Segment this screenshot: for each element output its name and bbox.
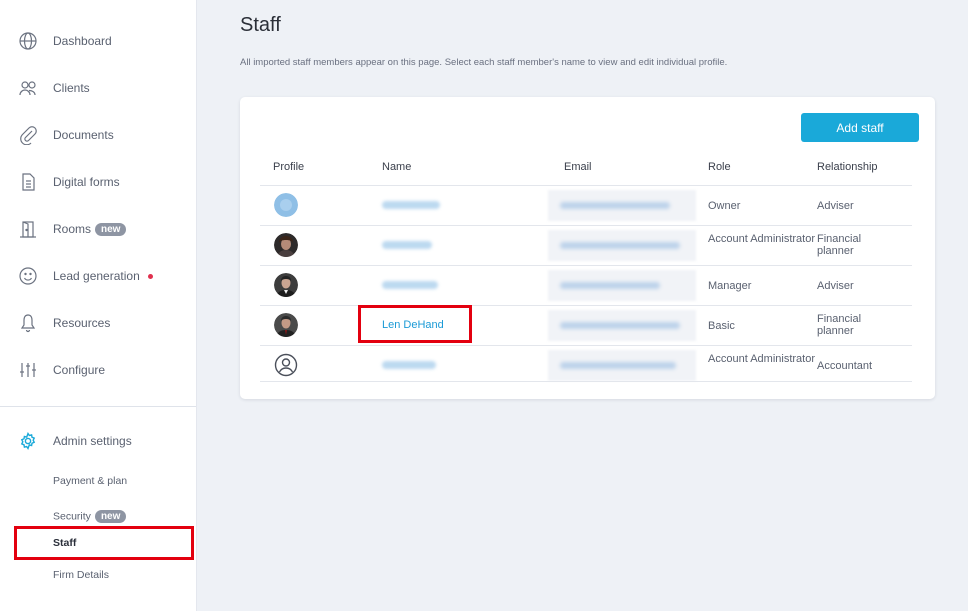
staff-role: Account Administrator: [708, 353, 815, 365]
staff-email-redacted: [548, 190, 696, 221]
staff-role: Manager: [708, 280, 752, 292]
staff-name-redacted[interactable]: [382, 361, 436, 369]
sidebar-item-rooms[interactable]: Rooms new: [0, 207, 196, 251]
new-badge: new: [95, 223, 127, 237]
globe-icon: [18, 31, 38, 51]
sidebar-item-dashboard[interactable]: Dashboard: [0, 19, 196, 63]
staff-email-redacted: [548, 310, 696, 341]
column-header-name: Name: [382, 161, 412, 173]
table-row[interactable]: Account Administrator Accountant: [260, 346, 912, 385]
sidebar-item-digital-forms[interactable]: Digital forms: [0, 160, 196, 204]
table-row[interactable]: Account Administrator Financial planner: [260, 226, 912, 265]
bell-icon: [18, 313, 38, 333]
sidebar: Dashboard Clients Documents Digital form…: [0, 0, 197, 611]
staff-name-redacted[interactable]: [382, 201, 440, 209]
sidebar-item-label: Dashboard: [53, 34, 112, 48]
staff-email-redacted: [548, 230, 696, 261]
staff-relationship: Financial planner: [817, 313, 862, 337]
sidebar-item-configure[interactable]: Configure: [0, 348, 196, 392]
column-header-relationship: Relationship: [817, 161, 878, 173]
sidebar-item-label: Resources: [53, 316, 111, 330]
sidebar-divider: [0, 406, 196, 407]
users-icon: [18, 78, 38, 98]
staff-role: Owner: [708, 200, 741, 212]
page-title: Staff: [240, 14, 281, 36]
staff-name-link[interactable]: Len DeHand: [382, 319, 444, 331]
staff-email-redacted: [548, 350, 696, 381]
staff-relationship: Accountant: [817, 360, 873, 372]
sliders-icon: [18, 360, 38, 380]
sidebar-item-label: Digital forms: [53, 175, 120, 189]
add-staff-button[interactable]: Add staff: [801, 113, 919, 142]
staff-role: Basic: [708, 320, 735, 332]
sidebar-sub-item-firm-details[interactable]: Firm Details: [53, 569, 109, 581]
avatar: [274, 233, 298, 257]
staff-name-redacted[interactable]: [382, 241, 432, 249]
sidebar-sub-item-security[interactable]: Security new: [53, 510, 127, 523]
sidebar-item-label: Admin settings: [53, 434, 132, 448]
sidebar-item-documents[interactable]: Documents: [0, 113, 196, 157]
smiley-icon: [18, 266, 38, 286]
staff-table-card: Add staff Profile Name Email Role Relati…: [240, 97, 935, 399]
highlight-box-staff-nav: [14, 526, 194, 560]
page-subtitle: All imported staff members appear on thi…: [240, 57, 728, 68]
sidebar-sub-item-staff[interactable]: Staff: [53, 537, 76, 549]
sidebar-item-lead-generation[interactable]: Lead generation: [0, 254, 196, 298]
table-row[interactable]: Len DeHand Basic Financial planner: [260, 306, 912, 345]
sidebar-item-resources[interactable]: Resources: [0, 301, 196, 345]
door-icon: [18, 219, 38, 239]
staff-name-redacted[interactable]: [382, 281, 438, 289]
staff-email-redacted: [548, 270, 696, 301]
table-row[interactable]: Manager Adviser: [260, 266, 912, 305]
staff-relationship: Adviser: [817, 280, 854, 292]
staff-relationship: Adviser: [817, 200, 854, 212]
row-divider: [260, 381, 912, 382]
sidebar-item-label: Documents: [53, 128, 114, 142]
column-header-profile: Profile: [273, 161, 305, 173]
avatar: [274, 193, 298, 217]
paperclip-icon: [18, 125, 38, 145]
sidebar-item-label: Configure: [53, 363, 106, 377]
staff-role: Account Administrator: [708, 233, 815, 245]
sidebar-item-admin-settings[interactable]: Admin settings: [0, 419, 196, 463]
sidebar-item-label: Rooms new: [53, 222, 127, 237]
sidebar-item-clients[interactable]: Clients: [0, 66, 196, 110]
column-header-role: Role: [708, 161, 731, 173]
user-placeholder-icon: [274, 353, 298, 377]
gear-icon: [18, 431, 38, 451]
column-header-email: Email: [564, 161, 592, 173]
staff-relationship: Financial planner: [817, 233, 862, 257]
sidebar-item-label: Lead generation: [53, 269, 153, 283]
sidebar-sub-item-payment-plan[interactable]: Payment & plan: [53, 475, 127, 487]
table-row[interactable]: Owner Adviser: [260, 186, 912, 225]
form-icon: [18, 172, 38, 192]
avatar: [274, 313, 298, 337]
notification-dot: [147, 274, 153, 280]
new-badge: new: [94, 510, 127, 523]
avatar: [274, 273, 298, 297]
sidebar-item-label: Clients: [53, 81, 90, 95]
